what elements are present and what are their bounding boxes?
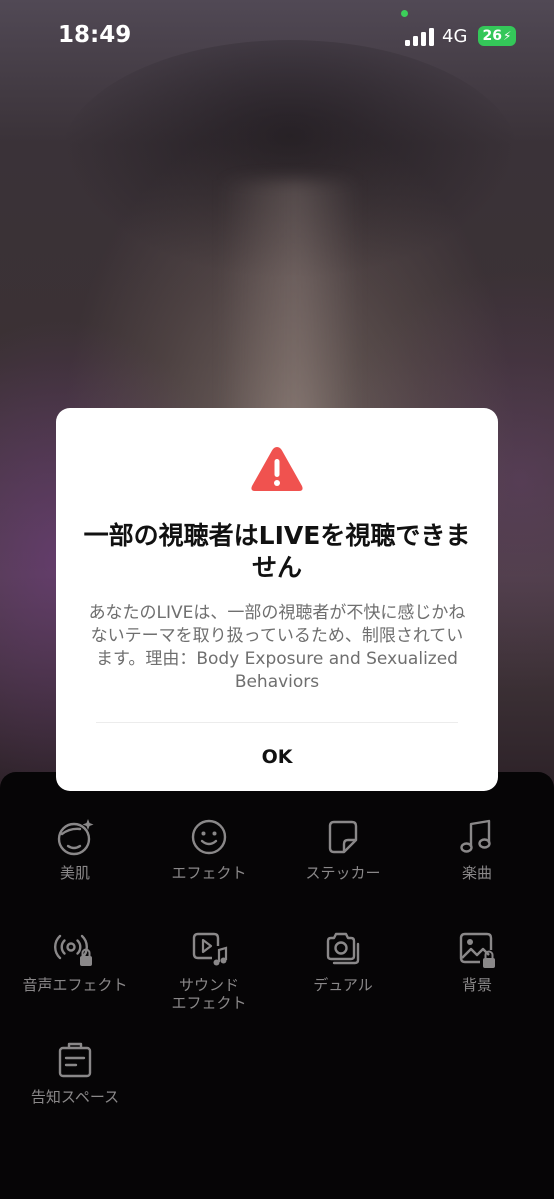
tool-label: エフェクト bbox=[171, 864, 247, 882]
live-restricted-dialog: 一部の視聴者はLIVEを視聴できません あなたのLIVEは、一部の視聴者が不快に… bbox=[56, 408, 498, 791]
music-note-icon bbox=[460, 819, 491, 853]
tool-label: デュアル bbox=[313, 976, 373, 994]
charging-bolt-icon: ⚡ bbox=[503, 29, 512, 43]
warning-triangle-icon bbox=[251, 447, 303, 491]
live-tools-panel: 美肌 エフェクト ステッカー 楽曲 音声エフェクト サウンド エフェクト デュア… bbox=[0, 772, 554, 1199]
background-image-locked-icon bbox=[459, 932, 495, 968]
ok-button[interactable]: OK bbox=[56, 726, 498, 788]
network-type: 4G bbox=[442, 26, 468, 47]
tool-stickers[interactable]: ステッカー bbox=[274, 816, 412, 882]
voice-broadcast-locked-icon bbox=[54, 934, 92, 966]
dialog-title: 一部の視聴者はLIVEを視聴できません bbox=[83, 521, 471, 582]
tool-effects[interactable]: エフェクト bbox=[140, 816, 278, 882]
status-bar: 18:49 4G 26 ⚡ bbox=[0, 0, 554, 70]
smiley-icon bbox=[191, 819, 227, 855]
tool-music[interactable]: 楽曲 bbox=[408, 816, 546, 882]
battery-indicator: 26 ⚡ bbox=[478, 26, 516, 46]
dialog-message: あなたのLIVEは、一部の視聴者が不快に感じかねないテーマを取り扱っているため、… bbox=[88, 603, 466, 692]
battery-level: 26 bbox=[482, 28, 503, 44]
tool-sound-effects[interactable]: サウンド エフェクト bbox=[140, 928, 278, 1012]
tool-background[interactable]: 背景 bbox=[408, 928, 546, 994]
tool-label: サウンド エフェクト bbox=[171, 976, 247, 1012]
tool-beauty[interactable]: 美肌 bbox=[6, 816, 144, 882]
sticker-icon bbox=[328, 820, 358, 854]
dialog-divider bbox=[96, 722, 458, 723]
dual-camera-icon bbox=[326, 932, 360, 965]
status-time: 18:49 bbox=[58, 22, 132, 48]
tool-voice-effects[interactable]: 音声エフェクト bbox=[6, 928, 144, 994]
sound-video-icon bbox=[192, 932, 228, 966]
cellular-signal-icon bbox=[405, 28, 434, 46]
tool-label: 美肌 bbox=[59, 864, 90, 882]
tool-label: 背景 bbox=[461, 976, 492, 994]
announcement-icon bbox=[58, 1042, 92, 1078]
tool-label: 楽曲 bbox=[461, 864, 492, 882]
face-sparkle-icon bbox=[57, 819, 94, 856]
tool-label: 音声エフェクト bbox=[22, 976, 128, 994]
tool-announcement[interactable]: 告知スペース bbox=[6, 1040, 144, 1106]
tool-label: ステッカー bbox=[305, 864, 381, 882]
camera-in-use-indicator bbox=[401, 10, 408, 17]
camera-preview-highlight bbox=[220, 180, 360, 440]
tool-dual[interactable]: デュアル bbox=[274, 928, 412, 994]
tool-label: 告知スペース bbox=[30, 1088, 120, 1106]
